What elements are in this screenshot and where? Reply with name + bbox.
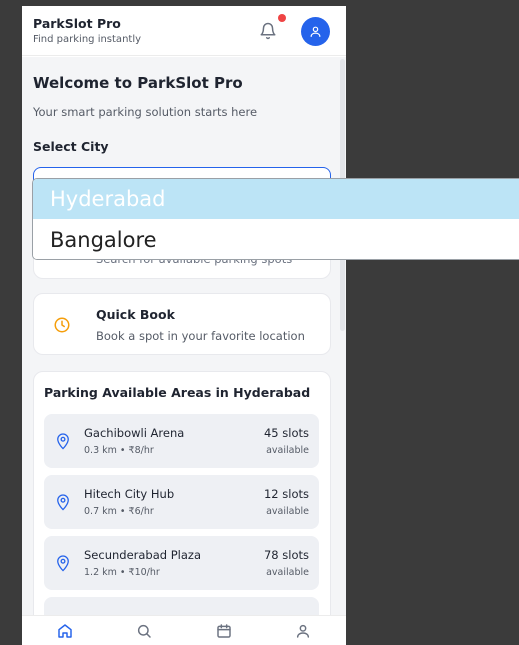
- welcome-subtitle: Your smart parking solution starts here: [33, 105, 258, 119]
- calendar-icon[interactable]: [216, 623, 232, 639]
- parking-areas-section: Parking Available Areas in Hyderabad Gac…: [33, 371, 331, 615]
- clock-icon: [54, 317, 70, 333]
- parking-area-meta: 0.7 km • ₹6/hr: [84, 506, 154, 517]
- user-icon[interactable]: [295, 623, 311, 639]
- app-subtitle: Find parking instantly: [33, 34, 142, 45]
- bell-icon[interactable]: [259, 22, 277, 40]
- phone-screen: ParkSlot Pro Find parking instantly Welc…: [22, 6, 346, 645]
- parking-area-status: available: [266, 567, 309, 578]
- map-pin-icon: [57, 494, 69, 511]
- welcome-title: Welcome to ParkSlot Pro: [33, 74, 243, 92]
- map-pin-icon: [57, 433, 69, 450]
- parking-area-name: Gachibowli Arena: [84, 426, 185, 440]
- parking-area-item[interactable]: Gachibowli Arena 0.3 km • ₹8/hr 45 slots…: [44, 414, 319, 468]
- parking-area-item[interactable]: Hitech City Hub 0.7 km • ₹6/hr 12 slots …: [44, 475, 319, 529]
- parking-area-item[interactable]: [44, 597, 319, 615]
- home-icon[interactable]: [57, 623, 73, 639]
- app-title: ParkSlot Pro: [33, 16, 121, 31]
- city-select-label: Select City: [33, 139, 109, 154]
- parking-areas-title: Parking Available Areas in Hyderabad: [44, 385, 311, 400]
- parking-area-item[interactable]: Secunderabad Plaza 1.2 km • ₹10/hr 78 sl…: [44, 536, 319, 590]
- app-header: ParkSlot Pro Find parking instantly: [22, 6, 346, 56]
- city-dropdown-list: Hyderabad Bangalore: [32, 178, 519, 260]
- parking-area-slots: 78 slots: [263, 548, 309, 562]
- parking-area-slots: 12 slots: [263, 487, 309, 501]
- map-pin-icon: [57, 555, 69, 572]
- main-content: Welcome to ParkSlot Pro Your smart parki…: [22, 57, 346, 615]
- parking-area-slots: 45 slots: [263, 426, 309, 440]
- parking-area-name: Hitech City Hub: [84, 487, 175, 501]
- parking-area-meta: 1.2 km • ₹10/hr: [84, 567, 160, 578]
- city-option-hyderabad[interactable]: Hyderabad: [33, 179, 519, 219]
- parking-area-status: available: [266, 506, 309, 517]
- quick-book-title: Quick Book: [96, 307, 175, 322]
- quick-book-card[interactable]: Quick Book Book a spot in your favorite …: [33, 293, 331, 355]
- profile-avatar-button[interactable]: [301, 17, 330, 46]
- quick-book-description: Book a spot in your favorite location: [96, 329, 305, 343]
- parking-area-name: Secunderabad Plaza: [84, 548, 201, 562]
- parking-area-status: available: [266, 445, 309, 456]
- notification-badge: [278, 14, 286, 22]
- user-icon: [310, 26, 321, 37]
- parking-area-meta: 0.3 km • ₹8/hr: [84, 445, 154, 456]
- search-icon[interactable]: [136, 623, 152, 639]
- bottom-nav: [22, 615, 346, 645]
- city-option-bangalore[interactable]: Bangalore: [33, 220, 519, 259]
